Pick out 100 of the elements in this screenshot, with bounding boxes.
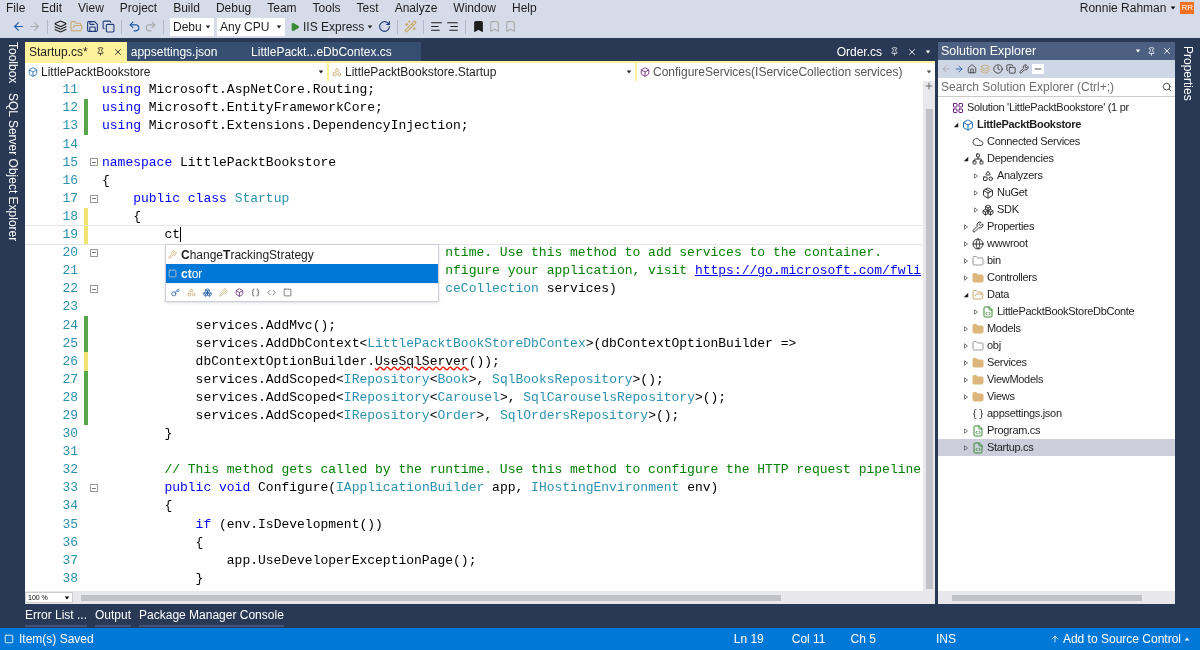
tree-item[interactable]: Connected Services	[938, 133, 1175, 150]
tree-item[interactable]: wwwroot	[938, 235, 1175, 252]
search-icon[interactable]	[1162, 82, 1172, 92]
document-tab[interactable]: LittlePackt...eDbContex.cs	[221, 42, 422, 61]
collapse-all-icon[interactable]	[1032, 64, 1044, 74]
menu-item[interactable]: Team	[267, 1, 297, 14]
completion-item[interactable]: ctor	[166, 264, 438, 283]
filter-icon[interactable]	[251, 288, 260, 297]
tree-item[interactable]: obj	[938, 337, 1175, 354]
menu-item[interactable]: Test	[356, 1, 379, 14]
collapsed-arrow-icon[interactable]	[962, 342, 969, 349]
tree-item[interactable]: Dependencies	[938, 150, 1175, 167]
pin-icon[interactable]	[95, 47, 105, 56]
menu-item[interactable]: Tools	[312, 1, 341, 14]
menu-item[interactable]: Build	[173, 1, 200, 14]
expanded-arrow-icon[interactable]	[962, 291, 969, 298]
tree-item[interactable]: Controllers	[938, 269, 1175, 286]
tree-item[interactable]: Startup.cs	[938, 439, 1175, 456]
collapsed-arrow-icon[interactable]	[962, 223, 969, 230]
collapsed-arrow-icon[interactable]	[962, 393, 969, 400]
caret-icon[interactable]	[925, 48, 931, 55]
filter-icon[interactable]	[235, 288, 244, 297]
align-icon[interactable]	[446, 20, 460, 33]
menu-item[interactable]: Help	[512, 1, 537, 14]
tool-window-tab[interactable]: Output	[95, 605, 132, 627]
filter-icon[interactable]	[171, 288, 180, 297]
search-field[interactable]: Search Solution Explorer (Ctrl+;)	[938, 78, 1175, 97]
side-tab[interactable]: Toolbox	[3, 42, 22, 84]
collapsed-arrow-icon[interactable]	[972, 206, 979, 213]
caret-icon[interactable]	[367, 23, 374, 30]
collapsed-arrow-icon[interactable]	[972, 189, 979, 196]
collapsed-arrow-icon[interactable]	[962, 376, 969, 383]
platform-dropdown[interactable]: Any CPU	[217, 17, 285, 36]
caret-icon[interactable]	[205, 23, 211, 30]
menu-item[interactable]: Debug	[215, 1, 252, 14]
collapse-icon[interactable]	[90, 248, 98, 257]
menu-item[interactable]: Project	[119, 1, 158, 14]
bookmark-icon[interactable]	[472, 20, 486, 33]
filter-icon[interactable]	[267, 288, 276, 297]
collapsed-arrow-icon[interactable]	[972, 172, 979, 179]
filter-icon[interactable]	[203, 288, 212, 297]
side-tab[interactable]: Properties	[1178, 46, 1197, 101]
collapsed-arrow-icon[interactable]	[962, 325, 969, 332]
tree-item[interactable]: Solution 'LittlePacktBookstore' (1 pr	[938, 99, 1175, 116]
document-tab[interactable]: Startup.cs*	[25, 42, 127, 61]
tree-item[interactable]: LittlePacktBookStoreDbConte	[938, 303, 1175, 320]
layers-icon[interactable]	[54, 20, 67, 33]
collapsed-arrow-icon[interactable]	[962, 444, 969, 451]
horizontal-scrollbar[interactable]	[938, 591, 1175, 604]
caret-icon[interactable]	[64, 594, 70, 601]
collapse-icon[interactable]	[90, 158, 98, 167]
caret-icon[interactable]	[926, 69, 932, 75]
copy-icon[interactable]	[1006, 64, 1016, 74]
collapse-icon[interactable]	[90, 194, 98, 203]
collapsed-arrow-icon[interactable]	[962, 274, 969, 281]
align-icon[interactable]	[430, 20, 444, 33]
tree-item[interactable]: Properties	[938, 218, 1175, 235]
tree-item[interactable]: Services	[938, 354, 1175, 371]
tree-item[interactable]: ViewModels	[938, 371, 1175, 388]
refresh-icon[interactable]	[378, 20, 392, 33]
member-dropdown[interactable]: ConfigureServices(IServiceCollection services)	[637, 63, 935, 81]
tree-item[interactable]: Views	[938, 388, 1175, 405]
tool-window-tab[interactable]: Error List ...	[25, 605, 87, 627]
user-name[interactable]: Ronnie Rahman	[1079, 1, 1167, 14]
menu-item[interactable]: Window	[453, 1, 496, 14]
undo-icon[interactable]	[128, 20, 141, 33]
source-control-button[interactable]: Add to Source Control	[1049, 630, 1190, 648]
split-icon[interactable]	[924, 81, 934, 91]
collapsed-arrow-icon[interactable]	[972, 308, 979, 315]
project-dropdown[interactable]: LittlePacktBookstore	[25, 63, 327, 81]
save-all-icon[interactable]	[102, 20, 115, 33]
menu-item[interactable]: Analyze	[394, 1, 438, 14]
back-icon[interactable]	[12, 20, 25, 33]
caret-icon[interactable]	[318, 69, 324, 75]
close-icon[interactable]	[907, 46, 917, 57]
tree-item[interactable]: LittlePacktBookstore	[938, 116, 1175, 133]
tree-item[interactable]: NuGet	[938, 184, 1175, 201]
caret-icon[interactable]	[1135, 48, 1141, 54]
collapsed-arrow-icon[interactable]	[962, 359, 969, 366]
tree-item[interactable]: Analyzers	[938, 167, 1175, 184]
menu-item[interactable]: Edit	[41, 1, 63, 14]
configuration-dropdown[interactable]: Debu	[170, 17, 214, 36]
pin-icon[interactable]	[890, 47, 899, 56]
caret-icon[interactable]	[1170, 4, 1177, 11]
close-icon[interactable]	[1162, 46, 1172, 56]
tree-item[interactable]: Models	[938, 320, 1175, 337]
tree-item[interactable]: SDK	[938, 201, 1175, 218]
tree-item[interactable]: Data	[938, 286, 1175, 303]
menu-item[interactable]: View	[78, 1, 104, 14]
collapsed-arrow-icon[interactable]	[962, 427, 969, 434]
forward-icon[interactable]	[954, 64, 964, 74]
expanded-arrow-icon[interactable]	[962, 155, 969, 162]
pin-icon[interactable]	[1147, 46, 1156, 56]
caret-icon[interactable]	[276, 23, 282, 30]
collapsed-arrow-icon[interactable]	[962, 240, 969, 247]
tool-window-tab[interactable]: Package Manager Console	[139, 605, 284, 627]
close-icon[interactable]	[112, 46, 123, 57]
side-tab[interactable]: SQL Server Object Explorer	[3, 93, 22, 242]
vertical-scrollbar[interactable]	[923, 81, 935, 591]
caret-icon[interactable]	[626, 69, 632, 75]
